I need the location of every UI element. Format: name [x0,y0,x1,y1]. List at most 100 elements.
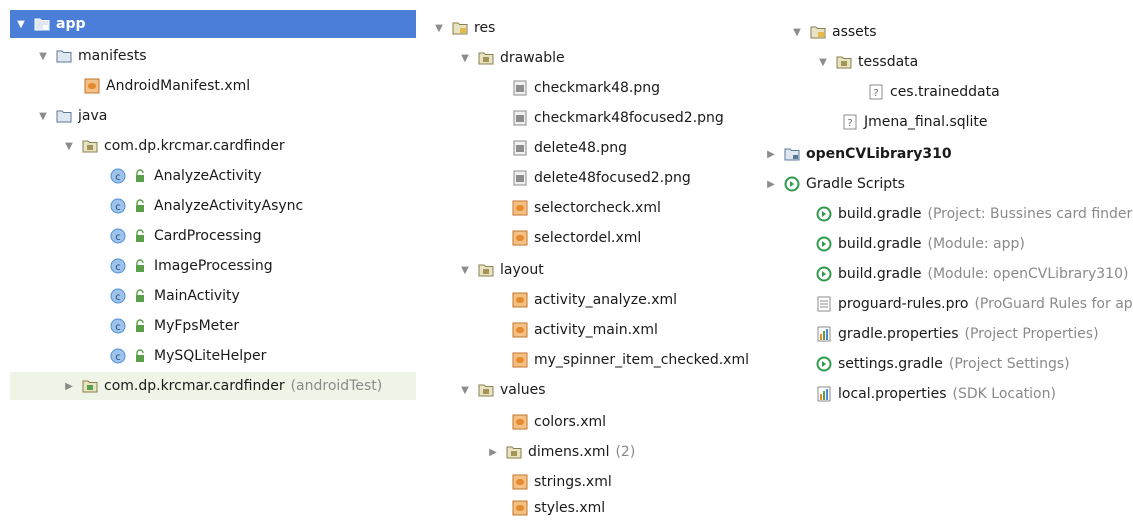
tree-node-class[interactable]: c AnalyzeActivity [110,162,262,190]
tree-node-dimens[interactable]: ▶ dimens.xml (2) [486,438,635,466]
svg-text:c: c [115,172,121,183]
expand-arrow-icon[interactable]: ▼ [458,53,472,64]
tree-node-gradle-file[interactable]: local.properties (SDK Location) [816,380,1056,408]
package-icon [506,444,522,460]
xml-file-icon [512,200,528,216]
tree-node-drawable-file[interactable]: checkmark48focused2.png [512,104,724,132]
tree-label-layout-file: my_spinner_item_checked.xml [534,352,749,368]
tree-node-class[interactable]: c MySQLiteHelper [110,342,266,370]
tree-node-app[interactable]: ▼ app [10,10,416,38]
access-icon [132,348,148,364]
tree-node-java[interactable]: ▼ java [36,102,107,130]
tree-node-package-main[interactable]: ▼ com.dp.krcmar.cardfinder [62,132,285,160]
tree-hint-gradle-file: (Project: Bussines card finder) [928,206,1133,222]
tree-label-gradle-file: settings.gradle [838,356,943,372]
tree-node-values[interactable]: ▼ values [458,376,546,404]
tree-node-layout[interactable]: ▼ layout [458,256,544,284]
tree-node-assets[interactable]: ▼ assets [790,18,877,46]
xml-file-icon [512,322,528,338]
tree-node-opencv[interactable]: ▶ openCVLibrary310 [764,140,952,168]
tree-node-gradle-scripts[interactable]: ▶ Gradle Scripts [764,170,905,198]
expand-arrow-icon[interactable]: ▼ [432,23,446,34]
tree-label-dimens: dimens.xml [528,444,609,460]
collapse-arrow-icon[interactable]: ▶ [764,179,778,190]
tree-node-strings[interactable]: strings.xml [512,468,612,496]
tree-node-layout-file[interactable]: activity_main.xml [512,316,658,344]
access-icon [132,318,148,334]
tree-node-styles[interactable]: styles.xml [512,494,605,522]
tree-node-gradle-file[interactable]: build.gradle (Project: Bussines card fin… [816,200,1133,228]
tree-label-android-manifest: AndroidManifest.xml [106,78,250,94]
tree-hint-package-test: (androidTest) [291,378,383,394]
tree-node-package-test[interactable]: ▶ com.dp.krcmar.cardfinder (androidTest) [10,372,416,400]
tree-node-gradle-file[interactable]: settings.gradle (Project Settings) [816,350,1070,378]
tree-label-gradle-file: local.properties [838,386,947,402]
expand-arrow-icon[interactable]: ▼ [62,141,76,152]
image-file-icon [512,140,528,156]
tree-node-drawable[interactable]: ▼ drawable [458,44,565,72]
image-file-icon [512,110,528,126]
gradle-icon [816,356,832,372]
collapse-arrow-icon[interactable]: ▶ [62,381,76,392]
tree-node-gradle-file[interactable]: build.gradle (Module: openCVLibrary310) [816,260,1128,288]
gradle-icon [816,236,832,252]
properties-file-icon [816,386,832,402]
package-icon [82,378,98,394]
tree-node-drawable-file[interactable]: delete48.png [512,134,627,162]
tree-node-res[interactable]: ▼ res [432,14,495,42]
tree-node-drawable-file[interactable]: delete48focused2.png [512,164,691,192]
expand-arrow-icon[interactable]: ▼ [36,51,50,62]
tree-node-gradle-file[interactable]: gradle.properties (Project Properties) [816,320,1099,348]
tree-label-gradle-scripts: Gradle Scripts [806,176,905,192]
tree-node-class[interactable]: c CardProcessing [110,222,262,250]
tree-node-manifests[interactable]: ▼ manifests [36,42,147,70]
svg-text:c: c [115,202,121,213]
tree-label-gradle-file: build.gradle [838,236,922,252]
package-icon [836,54,852,70]
access-icon [132,168,148,184]
tree-label-package-main: com.dp.krcmar.cardfinder [104,138,285,154]
tree-node-sqlite[interactable]: ? Jmena_final.sqlite [842,108,988,136]
tree-node-tessdata[interactable]: ▼ tessdata [816,48,918,76]
module-folder-icon [784,146,800,162]
tree-label-traineddata: ces.traineddata [890,84,1000,100]
tree-label-java: java [78,108,107,124]
tree-label-tessdata: tessdata [858,54,918,70]
tree-node-class[interactable]: c ImageProcessing [110,252,273,280]
expand-arrow-icon[interactable]: ▼ [816,57,830,68]
tree-node-android-manifest[interactable]: AndroidManifest.xml [84,72,250,100]
tree-node-layout-file[interactable]: my_spinner_item_checked.xml [512,346,749,374]
xml-file-icon [512,414,528,430]
class-icon: c [110,168,126,184]
tree-node-drawable-file[interactable]: selectordel.xml [512,224,641,252]
tree-node-class[interactable]: c MainActivity [110,282,240,310]
xml-file-icon [84,78,100,94]
tree-node-class[interactable]: c AnalyzeActivityAsync [110,192,303,220]
collapse-arrow-icon[interactable]: ▶ [764,149,778,160]
text-file-icon [816,296,832,312]
collapse-arrow-icon[interactable]: ▶ [486,447,500,458]
expand-arrow-icon[interactable]: ▼ [458,385,472,396]
tree-node-layout-file[interactable]: activity_analyze.xml [512,286,677,314]
class-icon: c [110,288,126,304]
tree-node-drawable-file[interactable]: checkmark48.png [512,74,660,102]
expand-arrow-icon[interactable]: ▼ [790,27,804,38]
folder-icon [56,48,72,64]
tree-label-gradle-file: build.gradle [838,266,922,282]
tree-label-drawable-file: delete48focused2.png [534,170,691,186]
tree-node-gradle-file[interactable]: proguard-rules.pro (ProGuard Rules for a… [816,290,1133,318]
tree-node-traineddata[interactable]: ? ces.traineddata [868,78,1000,106]
tree-label-class: AnalyzeActivity [154,168,262,184]
tree-node-drawable-file[interactable]: selectorcheck.xml [512,194,661,222]
expand-arrow-icon[interactable]: ▼ [14,19,28,30]
tree-label-gradle-file: proguard-rules.pro [838,296,968,312]
tree-node-gradle-file[interactable]: build.gradle (Module: app) [816,230,1025,258]
expand-arrow-icon[interactable]: ▼ [458,265,472,276]
expand-arrow-icon[interactable]: ▼ [36,111,50,122]
tree-node-class[interactable]: c MyFpsMeter [110,312,239,340]
package-icon [478,50,494,66]
tree-label-styles: styles.xml [534,500,605,516]
tree-label-values: values [500,382,546,398]
tree-node-colors[interactable]: colors.xml [512,408,606,436]
tree-label-class: AnalyzeActivityAsync [154,198,303,214]
